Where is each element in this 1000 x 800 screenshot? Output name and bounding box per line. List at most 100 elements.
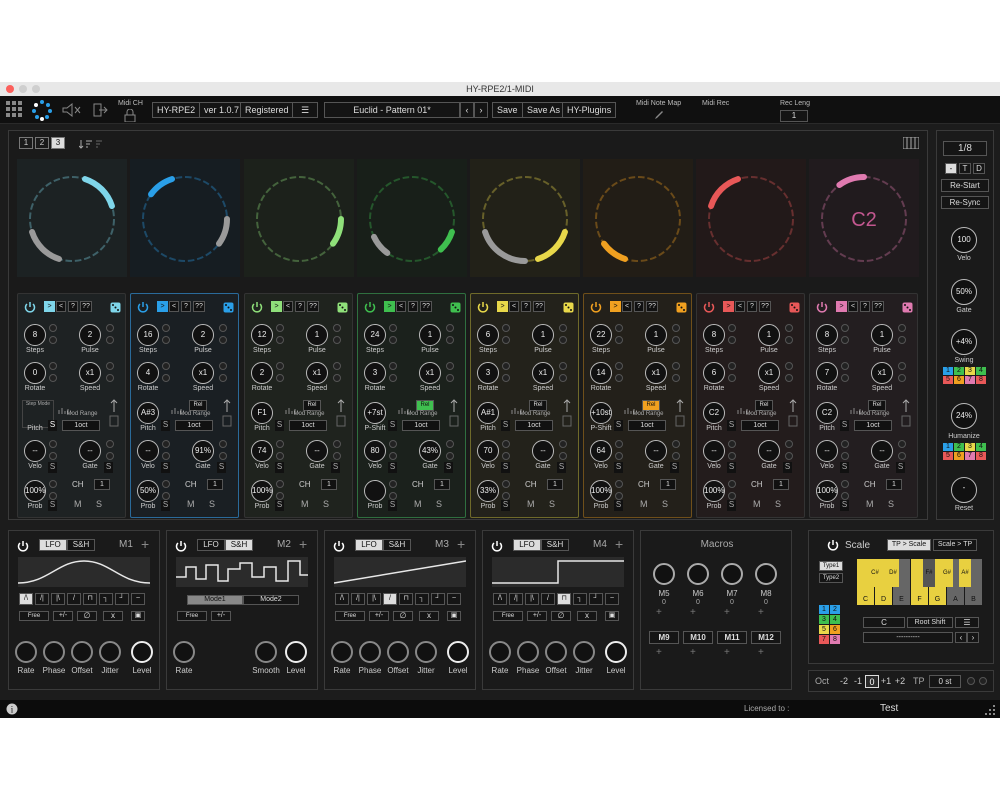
scale-to-tp-button[interactable]: Scale > TP: [933, 539, 977, 551]
velo-solo[interactable]: S: [161, 462, 170, 473]
mod-dot[interactable]: [898, 362, 906, 370]
mod-dot[interactable]: [219, 336, 227, 344]
rel-button[interactable]: Rel: [416, 400, 434, 411]
humanize-lane-toggle[interactable]: 3: [965, 443, 975, 451]
mod-dot[interactable]: [898, 440, 906, 448]
velo-solo[interactable]: S: [840, 462, 849, 473]
shape-ramp-icon[interactable]: /: [541, 593, 555, 605]
shape-step-icon[interactable]: ┐: [415, 593, 429, 605]
humanize-lane-toggle[interactable]: 6: [954, 452, 964, 460]
solo-lane-button[interactable]: S: [436, 499, 442, 509]
lock-icon[interactable]: [124, 109, 136, 122]
range-arrow-icon[interactable]: [108, 398, 120, 428]
mod-dot[interactable]: [728, 324, 736, 332]
gate-knob[interactable]: --: [306, 440, 328, 462]
random-x-icon[interactable]: x: [419, 611, 439, 621]
lane-dice-icon[interactable]: [563, 300, 574, 313]
solo-button[interactable]: S: [727, 420, 736, 431]
piano-roll-icon[interactable]: [511, 402, 525, 414]
mod-dot[interactable]: [276, 362, 284, 370]
solo-button[interactable]: S: [840, 420, 849, 431]
steps-knob[interactable]: 8: [24, 324, 46, 346]
prob-solo[interactable]: S: [727, 500, 736, 511]
lane-prev-icon[interactable]: <: [509, 301, 519, 312]
lane-ring-5[interactable]: [470, 159, 580, 277]
lane-random-all-icon[interactable]: ??: [872, 301, 884, 312]
shape-sh-icon[interactable]: ┘: [115, 593, 129, 605]
mod-dot[interactable]: [841, 362, 849, 370]
shape-ramp-icon[interactable]: /: [383, 593, 397, 605]
shape-ramp-icon[interactable]: /: [67, 593, 81, 605]
mod-dot[interactable]: [49, 362, 57, 370]
rel-button[interactable]: Rel: [303, 400, 321, 411]
lane-random-all-icon[interactable]: ??: [420, 301, 432, 312]
macro-add-icon[interactable]: +: [724, 647, 730, 658]
mute-button[interactable]: M: [527, 499, 535, 509]
solo-lane-button[interactable]: S: [549, 499, 555, 509]
mute-button[interactable]: M: [753, 499, 761, 509]
mute-button[interactable]: M: [640, 499, 648, 509]
prob-knob[interactable]: 100%: [590, 480, 612, 502]
resync-button[interactable]: Re-Sync: [941, 196, 989, 209]
mod-dot[interactable]: [162, 480, 170, 488]
solo-button[interactable]: S: [501, 420, 510, 431]
retrig-icon[interactable]: ▣: [605, 611, 619, 621]
mod-phase-knob[interactable]: [517, 641, 539, 663]
lane-random-icon[interactable]: ?: [747, 301, 757, 312]
velo-solo[interactable]: S: [275, 462, 284, 473]
gate-solo[interactable]: S: [783, 462, 792, 473]
solo-lane-button[interactable]: S: [775, 499, 781, 509]
close-window-button[interactable]: [6, 85, 14, 93]
speed-knob[interactable]: x1: [871, 362, 893, 384]
rel-button[interactable]: Rel: [189, 400, 207, 411]
mod-phase-knob[interactable]: [359, 641, 381, 663]
mod-dot[interactable]: [615, 362, 623, 370]
rate-select[interactable]: 1/8: [943, 141, 987, 156]
gate-knob[interactable]: --: [532, 440, 554, 462]
hy-plugins-button[interactable]: HY-Plugins: [562, 102, 617, 118]
black-key-F#[interactable]: F#: [923, 559, 935, 587]
preset-menu-icon[interactable]: ☰: [292, 102, 318, 118]
mod-dot[interactable]: [446, 362, 454, 370]
mod-dot[interactable]: [728, 492, 736, 500]
mod-dot[interactable]: [502, 480, 510, 488]
range-arrow-icon[interactable]: [674, 398, 686, 428]
range-arrow-icon[interactable]: [787, 398, 799, 428]
sh-tab[interactable]: S&H: [541, 539, 569, 551]
mod-dot[interactable]: [389, 480, 397, 488]
lane-play-icon[interactable]: >: [836, 301, 847, 312]
octave-option[interactable]: -1: [851, 675, 865, 688]
prev-preset-icon[interactable]: ‹: [460, 102, 474, 118]
solo-button[interactable]: S: [388, 420, 397, 431]
mod-offset-knob[interactable]: [71, 641, 93, 663]
mod-dot[interactable]: [162, 452, 170, 460]
lane-dice-icon[interactable]: [676, 300, 687, 313]
lane-random-all-icon[interactable]: ??: [646, 301, 658, 312]
lane-ring-2[interactable]: [130, 159, 240, 277]
shape-rand-icon[interactable]: ~: [605, 593, 619, 605]
channel-field[interactable]: 1: [886, 479, 902, 490]
mod-dot[interactable]: [672, 452, 680, 460]
mod-dot[interactable]: [502, 492, 510, 500]
pulse-knob[interactable]: 1: [419, 324, 441, 346]
pitch-knob[interactable]: F1: [251, 402, 273, 424]
lane-random-icon[interactable]: ?: [860, 301, 870, 312]
save-as-button[interactable]: Save As: [522, 102, 566, 118]
macro-knob[interactable]: [755, 563, 777, 585]
rotate-knob[interactable]: 3: [364, 362, 386, 384]
piano-roll-icon[interactable]: [624, 402, 638, 414]
mod-dot[interactable]: [106, 374, 114, 382]
bipolar-button[interactable]: +/-: [211, 611, 231, 621]
mod-rate-knob[interactable]: [331, 641, 353, 663]
scale-pattern-field[interactable]: ----------: [863, 632, 953, 643]
steps-knob[interactable]: 22: [590, 324, 612, 346]
octave-range-select[interactable]: 1oct: [62, 420, 100, 431]
mod-dot[interactable]: [615, 324, 623, 332]
gate-knob[interactable]: 50%: [951, 279, 977, 305]
tp-value-field[interactable]: 0 st: [929, 675, 961, 688]
mod-dot[interactable]: [333, 374, 341, 382]
swing-knob[interactable]: +4%: [951, 329, 977, 355]
mod-dot[interactable]: [49, 374, 57, 382]
mod-dot[interactable]: [502, 452, 510, 460]
pitch-knob[interactable]: C2: [703, 402, 725, 424]
